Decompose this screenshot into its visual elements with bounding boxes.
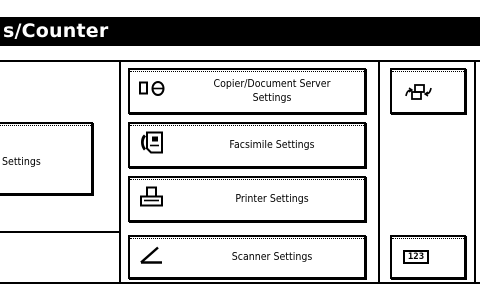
counter-button[interactable]: 123	[390, 235, 466, 279]
copier-document-server-icon	[138, 79, 168, 104]
button-top-dots	[392, 238, 464, 239]
printer-label: Printer Settings	[235, 192, 309, 205]
facsimile-settings-button[interactable]: Facsimile Settings	[128, 122, 366, 168]
network-swap-icon	[404, 82, 434, 107]
divider	[0, 60, 480, 62]
title-bar: s/Counter	[0, 17, 480, 46]
button-top-dots	[0, 125, 91, 126]
system-settings-label: Settings	[2, 155, 41, 168]
scanner-icon	[138, 244, 168, 271]
page-title: s/Counter	[3, 20, 109, 42]
system-settings-button[interactable]: Settings	[0, 122, 93, 195]
copier-document-server-label: Copier/Document Server Settings	[213, 77, 331, 104]
scanner-label: Scanner Settings	[231, 250, 313, 263]
printer-icon	[138, 186, 168, 213]
facsimile-icon	[138, 131, 168, 159]
network-settings-button[interactable]	[390, 68, 466, 114]
copier-document-server-settings-button[interactable]: Copier/Document Server Settings	[128, 68, 366, 114]
printer-settings-button[interactable]: Printer Settings	[128, 176, 366, 222]
divider	[474, 60, 476, 284]
scanner-settings-button[interactable]: Scanner Settings	[128, 235, 366, 279]
button-top-dots	[392, 71, 464, 72]
counter-icon-text: 123	[407, 252, 425, 262]
counter-123-icon: 123	[403, 250, 429, 264]
facsimile-label: Facsimile Settings	[229, 138, 315, 151]
divider	[378, 60, 380, 284]
divider	[0, 231, 121, 233]
divider	[119, 60, 121, 284]
